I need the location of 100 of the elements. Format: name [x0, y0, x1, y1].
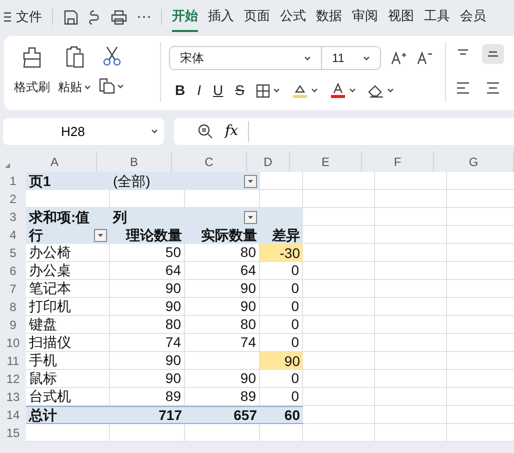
- ribbon-tab[interactable]: 页面: [244, 2, 270, 32]
- table-cell: 80: [185, 316, 260, 334]
- table-cell: 鼠标: [26, 370, 110, 388]
- ribbon-tab[interactable]: 数据: [316, 2, 342, 32]
- table-cell: [375, 388, 447, 406]
- format-painter-icon[interactable]: [21, 46, 43, 68]
- eraser-icon[interactable]: [368, 84, 384, 98]
- fill-color-icon[interactable]: [292, 82, 308, 98]
- function-label[interactable]: fx: [225, 121, 250, 142]
- bold-button[interactable]: B: [175, 80, 186, 101]
- scissors-icon[interactable]: [102, 46, 120, 66]
- strikethrough-button[interactable]: S: [235, 80, 244, 101]
- table-cell: 办公桌: [26, 262, 110, 280]
- row-header[interactable]: 1: [0, 172, 26, 190]
- copy-icon[interactable]: [99, 78, 115, 94]
- italic-button[interactable]: I: [197, 80, 202, 101]
- row-header[interactable]: 5: [0, 244, 26, 262]
- format-painter-button[interactable]: 格式刷: [14, 78, 50, 96]
- row-header[interactable]: 4: [0, 226, 26, 244]
- table-cell: [375, 262, 447, 280]
- row-header[interactable]: 11: [0, 352, 26, 370]
- row-header[interactable]: 3: [0, 208, 26, 226]
- table-cell: 列: [110, 208, 185, 226]
- caret-icon: [349, 88, 356, 93]
- row-header[interactable]: 9: [0, 316, 26, 334]
- row-header[interactable]: 7: [0, 280, 26, 298]
- table-cell: 键盘: [26, 316, 110, 334]
- borders-icon[interactable]: [256, 84, 270, 98]
- table-cell: 实际数量: [185, 226, 260, 244]
- filter-dropdown-icon[interactable]: [244, 210, 257, 224]
- table-cell: [303, 334, 375, 352]
- table-cell: [375, 190, 447, 208]
- table-cell: [375, 298, 447, 316]
- highlighted-cell: -30: [260, 244, 303, 262]
- link-icon[interactable]: [88, 10, 101, 24]
- table-cell: 80: [110, 316, 185, 334]
- row-header[interactable]: 14: [0, 406, 26, 424]
- table-cell: 页1: [26, 172, 110, 190]
- row-header[interactable]: 10: [0, 334, 26, 352]
- column-header[interactable]: F: [362, 152, 434, 172]
- filter-dropdown-icon[interactable]: [94, 228, 107, 242]
- select-all-icon[interactable]: [5, 163, 10, 168]
- more-icon[interactable]: [137, 15, 151, 19]
- shrink-font-icon[interactable]: [417, 51, 433, 65]
- table-cell: 90: [110, 352, 185, 370]
- name-box[interactable]: H28: [3, 118, 164, 145]
- table-cell: 64: [185, 262, 260, 280]
- filter-dropdown-icon[interactable]: [244, 174, 257, 188]
- save-icon[interactable]: [63, 10, 78, 24]
- table-cell: [303, 208, 375, 226]
- zoom-icon[interactable]: [198, 124, 213, 139]
- align-middle-icon[interactable]: [482, 44, 504, 64]
- underline-button[interactable]: U: [213, 80, 224, 101]
- table-cell: 扫描仪: [26, 334, 110, 352]
- menu-icon[interactable]: [4, 12, 12, 22]
- align-left-icon[interactable]: [456, 82, 470, 94]
- table-cell: 90: [185, 298, 260, 316]
- table-cell: 90: [110, 280, 185, 298]
- column-header[interactable]: G: [434, 152, 514, 172]
- file-menu[interactable]: 文件: [16, 7, 42, 27]
- table-cell: [303, 370, 375, 388]
- table-cell: 0: [260, 316, 303, 334]
- table-cell: (全部): [110, 172, 185, 190]
- row-header[interactable]: 13: [0, 388, 26, 406]
- ribbon-tab[interactable]: 会员: [460, 2, 486, 32]
- print-icon[interactable]: [111, 10, 127, 24]
- ribbon-tab[interactable]: 公式: [280, 2, 306, 32]
- row-header[interactable]: 15: [0, 424, 26, 442]
- paste-icon[interactable]: [64, 46, 86, 68]
- ribbon-tab[interactable]: 审阅: [352, 2, 378, 32]
- table-cell: 50: [110, 244, 185, 262]
- table-cell: 理论数量: [110, 226, 185, 244]
- table-cell: [375, 172, 447, 190]
- ribbon-tab[interactable]: 工具: [424, 2, 450, 32]
- column-header[interactable]: E: [290, 152, 362, 172]
- caret-icon: [273, 88, 280, 93]
- row-header[interactable]: 2: [0, 190, 26, 208]
- grow-font-icon[interactable]: [391, 51, 407, 65]
- table-cell: 0: [260, 262, 303, 280]
- formula-bar[interactable]: fx: [174, 118, 514, 145]
- table-cell: 74: [185, 334, 260, 352]
- paste-button[interactable]: 粘贴: [58, 78, 82, 96]
- table-cell: 0: [260, 370, 303, 388]
- caret-icon: [151, 129, 158, 134]
- table-cell: 手机: [26, 352, 110, 370]
- table-cell: [375, 226, 447, 244]
- caret-icon: [84, 84, 91, 90]
- table-cell: [375, 334, 447, 352]
- table-cell: 笔记本: [26, 280, 110, 298]
- font-color-icon[interactable]: [330, 82, 346, 98]
- row-header[interactable]: 12: [0, 370, 26, 388]
- table-cell: [303, 244, 375, 262]
- ribbon-tab[interactable]: 开始: [172, 2, 198, 32]
- ribbon-tab[interactable]: 视图: [388, 2, 414, 32]
- align-center-icon[interactable]: [486, 82, 500, 94]
- table-cell: [260, 172, 303, 190]
- row-header[interactable]: 6: [0, 262, 26, 280]
- ribbon-tab[interactable]: 插入: [208, 2, 234, 32]
- row-header[interactable]: 8: [0, 298, 26, 316]
- table-cell: 90: [185, 370, 260, 388]
